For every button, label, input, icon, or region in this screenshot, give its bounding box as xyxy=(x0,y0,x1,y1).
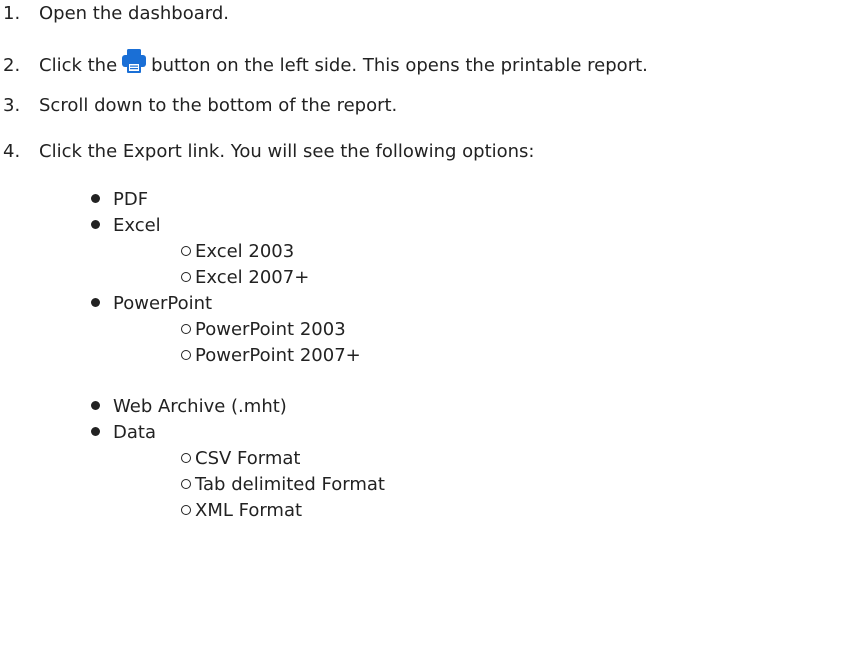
sub-bullet-ring xyxy=(181,505,191,515)
suboption-xml: XML Format xyxy=(181,499,302,523)
option-powerpoint: PowerPoint xyxy=(91,292,212,316)
option-label: Web Archive (.mht) xyxy=(113,396,287,417)
suboption-label: XML Format xyxy=(195,500,303,521)
option-excel: Excel xyxy=(91,214,161,238)
option-pdf: PDF xyxy=(91,188,148,212)
suboption-csv: CSV Format xyxy=(181,447,300,471)
bullet-dot xyxy=(91,427,100,436)
bullet-dot xyxy=(91,220,100,229)
suboption-label: PowerPoint 2003 xyxy=(195,319,346,340)
suboption-label: Excel 2003 xyxy=(195,241,295,262)
suboption-excel-2007: Excel 2007+ xyxy=(181,266,309,290)
option-data: Data xyxy=(91,421,156,445)
sub-bullet-ring xyxy=(181,479,191,489)
step-3: 3. Scroll down to the bottom of the repor… xyxy=(0,94,397,118)
step-number: 4. xyxy=(3,141,21,162)
step-text-after-icon: button on the left side. This opens the … xyxy=(151,55,648,76)
suboption-tab-delimited: Tab delimited Format xyxy=(181,473,385,497)
step-2: 2. Click the button on the left side. Thi… xyxy=(0,48,648,78)
bullet-dot xyxy=(91,194,100,203)
option-web-archive: Web Archive (.mht) xyxy=(91,395,287,419)
step-4: 4. Click the Export link. You will see th… xyxy=(0,140,535,164)
step-text-before-icon: Click the xyxy=(39,55,118,76)
step-text: Open the dashboard. xyxy=(39,3,230,24)
step-text: Scroll down to the bottom of the report. xyxy=(39,95,398,116)
option-label: Excel xyxy=(113,215,161,236)
option-label: PDF xyxy=(113,189,149,210)
suboption-label: Tab delimited Format xyxy=(195,474,385,495)
option-label: Data xyxy=(113,422,156,443)
suboption-label: Excel 2007+ xyxy=(195,267,310,288)
printer-icon xyxy=(121,48,147,74)
bullet-dot xyxy=(91,401,100,410)
option-label: PowerPoint xyxy=(113,293,213,314)
sub-bullet-ring xyxy=(181,453,191,463)
instructions-document: 1. Open the dashboard. 2. Click the button… xyxy=(0,0,867,665)
suboption-powerpoint-2007: PowerPoint 2007+ xyxy=(181,344,361,368)
sub-bullet-ring xyxy=(181,350,191,360)
sub-bullet-ring xyxy=(181,272,191,282)
suboption-excel-2003: Excel 2003 xyxy=(181,240,294,264)
step-1: 1. Open the dashboard. xyxy=(0,2,229,26)
suboption-label: PowerPoint 2007+ xyxy=(195,345,361,366)
bullet-dot xyxy=(91,298,100,307)
step-text: Click the Export link. You will see the … xyxy=(39,141,535,162)
suboption-label: CSV Format xyxy=(195,448,301,469)
step-number: 3. xyxy=(3,95,21,116)
step-number: 2. xyxy=(3,55,21,76)
step-number: 1. xyxy=(3,3,21,24)
suboption-powerpoint-2003: PowerPoint 2003 xyxy=(181,318,346,342)
sub-bullet-ring xyxy=(181,324,191,334)
sub-bullet-ring xyxy=(181,246,191,256)
